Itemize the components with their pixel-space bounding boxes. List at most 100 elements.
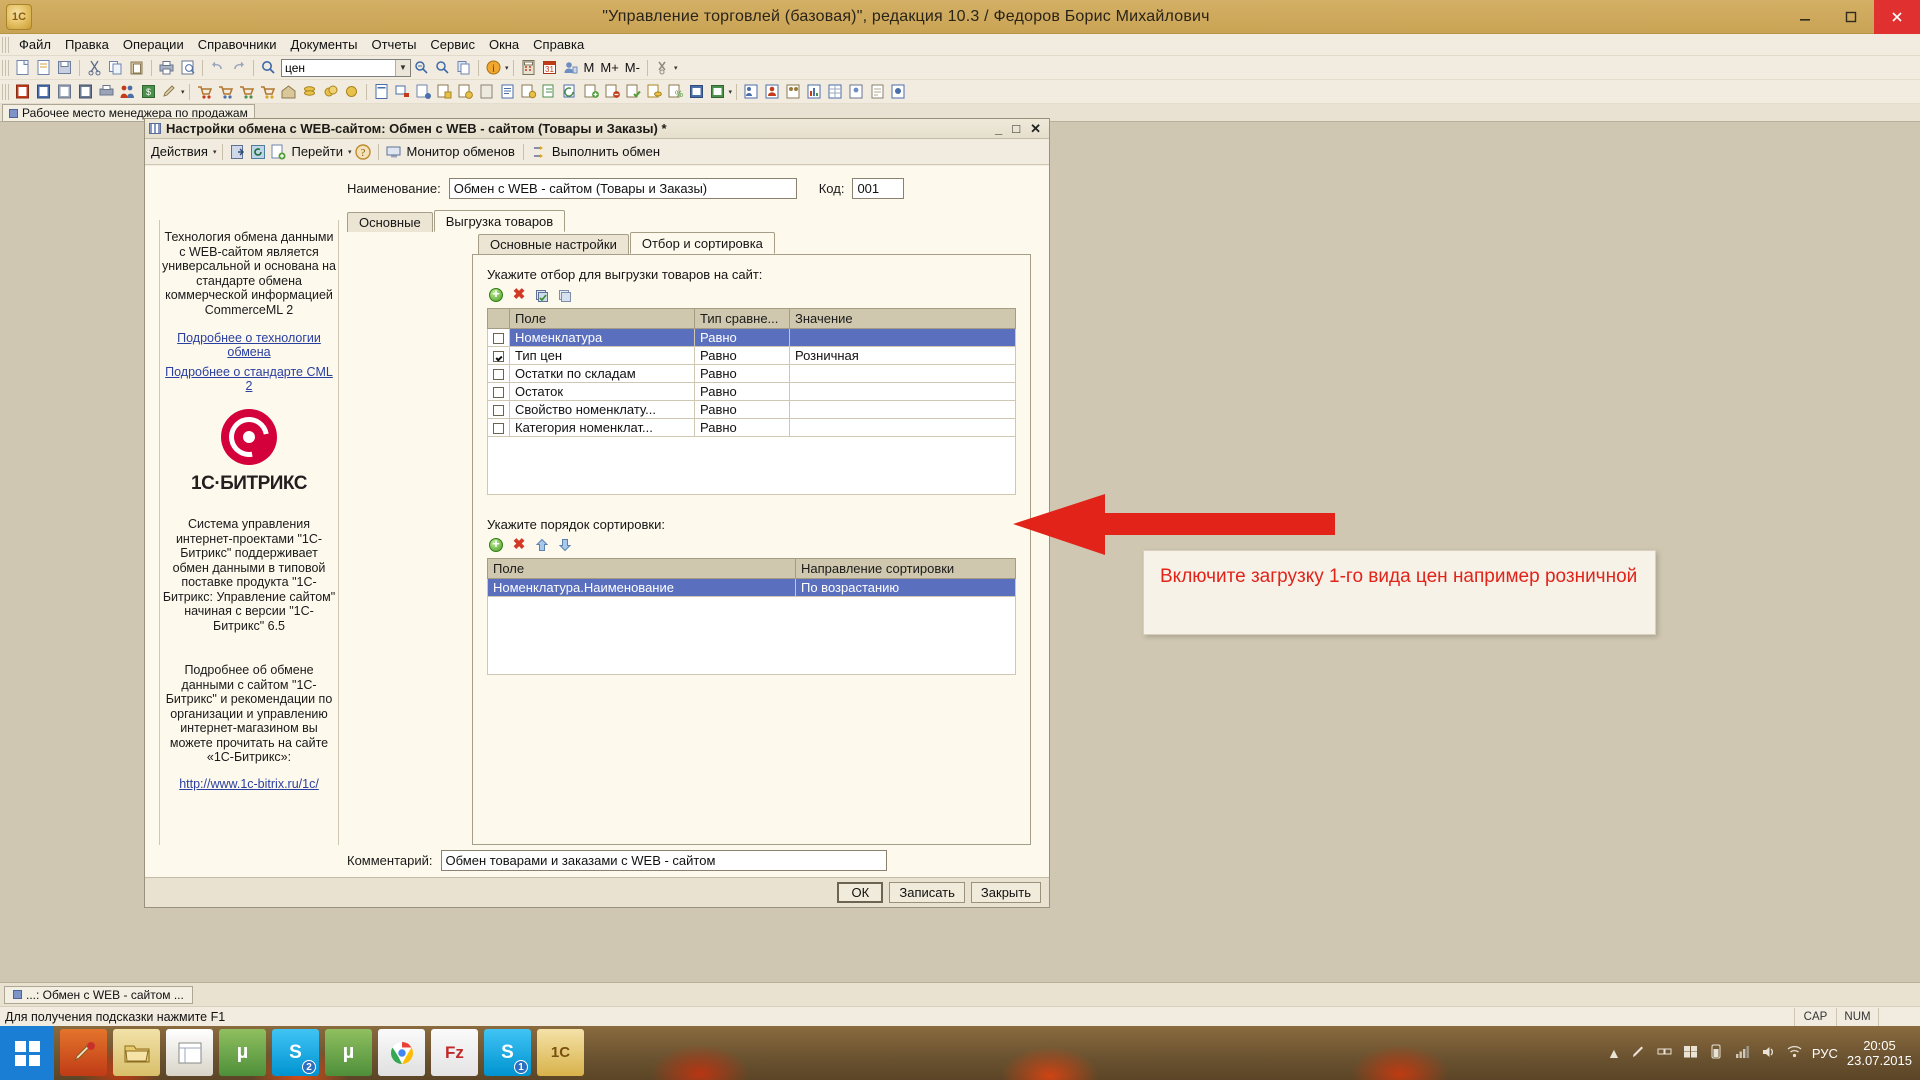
dialog-maximize-button[interactable]: □ [1012,121,1020,137]
doc-money-icon[interactable] [456,82,475,101]
redo-icon[interactable] [229,58,248,77]
row-value[interactable] [789,418,1016,437]
doc-coin-icon[interactable] [519,82,538,101]
utorrent-icon[interactable]: µ [219,1029,266,1076]
doc-blue2-icon[interactable] [687,82,706,101]
tab-osnovnye[interactable]: Основные [347,212,433,232]
save-and-close-icon[interactable] [229,143,247,161]
edit-pencil-icon[interactable] [160,82,179,101]
tray-windows-icon[interactable] [1682,1043,1699,1063]
table-row[interactable]: Свойство номенклату... Равно [487,400,1016,419]
menu-file[interactable]: Файл [12,35,58,54]
row-checkbox-cell[interactable] [487,418,510,437]
cart-green-icon[interactable] [237,82,256,101]
catalog-dark-icon[interactable] [76,82,95,101]
sort-col-field[interactable]: Поле [487,558,796,579]
toolbar2-dropdown-icon[interactable]: ▾ [181,88,185,96]
tray-battery-icon[interactable] [1708,1043,1725,1063]
report-person-icon[interactable] [763,82,782,101]
filter-col-value[interactable]: Значение [789,308,1016,329]
row-comparison[interactable]: Равно [694,400,790,419]
doc-remove-icon[interactable] [603,82,622,101]
catalog-book-icon[interactable] [13,82,32,101]
menu-windows[interactable]: Окна [482,35,526,54]
open-document-icon[interactable] [34,58,53,77]
run-exchange-button[interactable]: Выполнить обмен [550,144,662,159]
sort-delete-icon[interactable]: ✖ [512,537,526,552]
monitor-icon[interactable] [385,143,403,161]
calendar-icon[interactable]: 31 [540,58,559,77]
row-field[interactable]: Свойство номенклату... [509,400,695,419]
write-button[interactable]: Записать [889,882,965,903]
sort-add-icon[interactable] [489,536,503,552]
row-checkbox[interactable] [493,387,504,399]
doc-recycle-icon[interactable] [561,82,580,101]
tray-clock[interactable]: 20:05 23.07.2015 [1847,1038,1912,1068]
1c-icon[interactable]: 1C [537,1029,584,1076]
toolbar2-dropdown2-icon[interactable]: ▾ [729,88,733,96]
report-people-icon[interactable] [784,82,803,101]
sort-row-direction[interactable]: По возрастанию [795,578,1016,597]
row-comparison[interactable]: Равно [694,346,790,365]
menu-reports[interactable]: Отчеты [364,35,423,54]
info-icon[interactable]: i [484,58,503,77]
link-cml-standard[interactable]: Подробнее о стандарте CML 2 [162,365,336,393]
exchange-monitor-button[interactable]: Монитор обменов [405,144,517,159]
table-row[interactable]: Остатки по складам Равно [487,364,1016,383]
goto-dropdown-icon[interactable]: ▾ [348,148,352,156]
doc-gold-icon[interactable] [645,82,664,101]
menubar-grip[interactable] [2,36,9,53]
doc-green2-icon[interactable] [708,82,727,101]
row-field[interactable]: Тип цен [509,346,695,365]
row-checkbox[interactable] [493,369,504,381]
start-button[interactable] [0,1026,54,1080]
row-comparison[interactable]: Равно [694,418,790,437]
skype-icon[interactable]: S 2 [272,1029,319,1076]
row-checkbox-cell[interactable] [487,364,510,383]
copy-cell-icon[interactable] [454,58,473,77]
tray-volume-icon[interactable] [1760,1043,1777,1063]
tray-signal-icon[interactable] [1734,1043,1751,1063]
close-button[interactable] [1874,0,1920,34]
chrome-icon[interactable] [378,1029,425,1076]
file-manager-icon[interactable] [166,1029,213,1076]
actions-dropdown-icon[interactable]: ▾ [213,148,217,156]
doc-check-icon[interactable] [624,82,643,101]
sort-col-direction[interactable]: Направление сортировки [795,558,1016,579]
warehouse-icon[interactable] [279,82,298,101]
tray-network2-icon[interactable] [1656,1043,1673,1063]
link-technology[interactable]: Подробнее о технологии обмена [162,331,336,359]
row-field[interactable]: Категория номенклат... [509,418,695,437]
sort-move-up-icon[interactable] [535,538,549,552]
row-checkbox[interactable] [493,351,504,363]
link-bitrix-site[interactable]: http://www.1c-bitrix.ru/1c/ [162,777,336,791]
name-input[interactable]: Обмен с WEB - сайтом (Товары и Заказы) [448,178,797,199]
dialog-close-button[interactable]: ✕ [1030,121,1041,137]
cart-yellow-icon[interactable] [258,82,277,101]
print-icon[interactable] [157,58,176,77]
people-icon[interactable] [118,82,137,101]
row-checkbox-cell[interactable] [487,346,510,365]
undo-icon[interactable] [208,58,227,77]
minimize-button[interactable] [1782,0,1828,34]
doc-grey-icon[interactable] [477,82,496,101]
settings-wrench-icon[interactable] [653,58,672,77]
calculator-icon[interactable] [519,58,538,77]
toolbar2-grip[interactable] [2,83,9,100]
catalog-print-icon[interactable] [97,82,116,101]
filter-col-field[interactable]: Поле [509,308,695,329]
ok-button[interactable]: ОК [837,882,884,903]
row-value[interactable] [789,400,1016,419]
settings-dropdown-icon[interactable]: ▾ [674,64,678,72]
catalog-grey-icon[interactable] [55,82,74,101]
skype2-icon[interactable]: S 1 [484,1029,531,1076]
report-grid-icon[interactable] [826,82,845,101]
report-last-icon[interactable] [889,82,908,101]
doc-percent-icon[interactable]: % [666,82,685,101]
goto-menu-button[interactable]: Перейти [289,144,345,159]
search-dropdown-icon[interactable]: ▼ [395,59,410,76]
doc-truck-icon[interactable] [393,82,412,101]
close-dialog-button[interactable]: Закрыть [970,882,1041,903]
sort-row-field[interactable]: Номенклатура.Наименование [487,578,796,597]
dialog-minimize-button[interactable]: _ [995,121,1002,137]
